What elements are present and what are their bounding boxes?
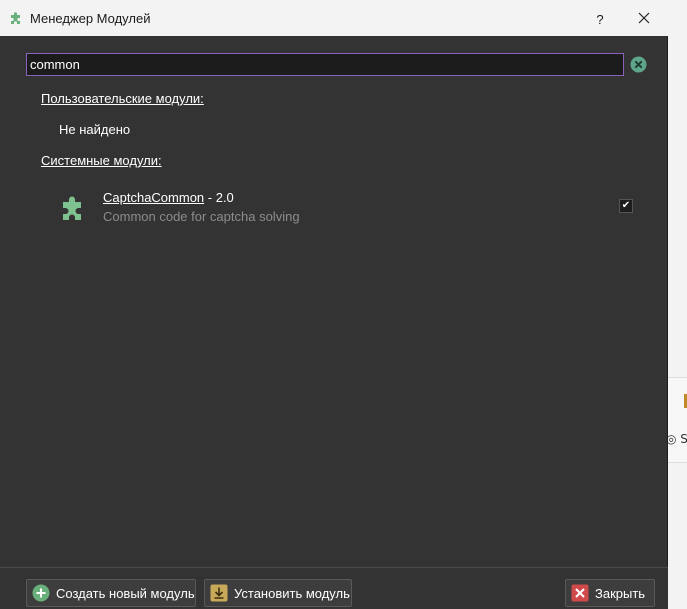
module-name-link[interactable]: CaptchaCommon — [103, 190, 204, 205]
clear-search-icon[interactable] — [630, 56, 647, 73]
create-module-label: Создать новый модуль — [56, 585, 195, 601]
window-close-button[interactable] — [628, 6, 660, 32]
background-app-text: ◎ S — [666, 432, 687, 446]
background-app — [668, 0, 687, 609]
create-module-button[interactable]: Создать новый модуль — [26, 579, 196, 607]
help-button[interactable]: ? — [584, 6, 616, 32]
close-button[interactable]: Закрыть — [565, 579, 655, 607]
close-icon — [571, 584, 589, 602]
user-modules-header: Пользовательские модули: — [41, 91, 204, 106]
puzzle-icon — [61, 193, 91, 223]
close-icon — [638, 12, 650, 27]
install-module-label: Установить модуль — [234, 585, 350, 601]
dialog-footer: Создать новый модуль Установить модуль З… — [0, 567, 668, 609]
install-module-button[interactable]: Установить модуль — [204, 579, 352, 607]
close-label: Закрыть — [595, 585, 646, 601]
puzzle-icon — [8, 10, 24, 26]
search-input[interactable]: common — [26, 53, 624, 76]
module-description: Common code for captcha solving — [103, 209, 300, 224]
download-icon — [210, 584, 228, 602]
window-title: Менеджер Модулей — [30, 10, 151, 26]
module-version: - 2.0 — [204, 190, 234, 205]
user-modules-empty-text: Не найдено — [59, 122, 131, 137]
module-list-item[interactable]: CaptchaCommon - 2.0 Common code for capt… — [58, 188, 638, 228]
add-icon — [32, 584, 50, 602]
system-modules-header: Системные модули: — [41, 153, 162, 168]
module-title: CaptchaCommon - 2.0 — [103, 190, 234, 205]
title-bar: Менеджер Модулей — [0, 0, 668, 36]
module-enabled-checkbox[interactable]: ✔ — [619, 199, 633, 213]
background-app-panel — [668, 377, 687, 463]
module-manager-dialog: Менеджер Модулей ? common Пользовательск… — [0, 0, 668, 609]
